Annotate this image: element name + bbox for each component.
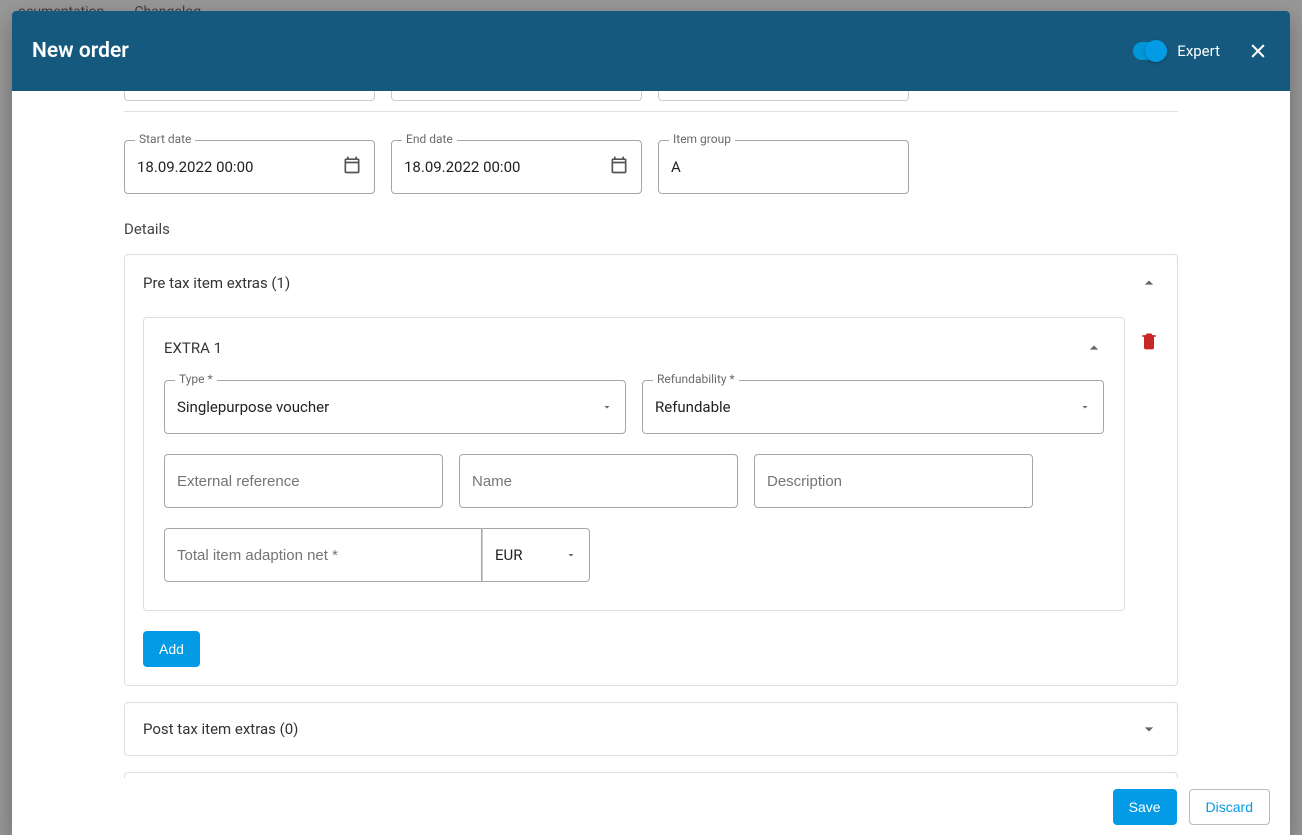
expert-toggle-label: Expert [1177,42,1220,60]
calendar-icon[interactable] [342,155,362,179]
new-order-modal: New order Expert Start date 18.09.2022 0… [12,11,1290,835]
pretax-panel: Pre tax item extras (1) EXTRA 1 [124,254,1178,686]
chevron-down-icon [1139,719,1159,739]
item-group-field[interactable]: Item group A [658,140,909,194]
external-reference-input[interactable] [164,454,443,508]
total-net-field[interactable] [177,547,469,564]
refundability-label: Refundability * [653,372,739,386]
modal-footer: Save Discard [12,779,1290,835]
posttax-title: Post tax item extras (0) [143,720,298,738]
refundability-select[interactable]: Refundability * Refundable [642,380,1104,434]
modal-title: New order [32,39,1133,63]
extra-card: EXTRA 1 Type * Singlepurpose voucher [143,317,1125,611]
dropdown-icon [565,546,577,565]
external-reference-field[interactable] [177,473,430,490]
currency-select[interactable]: EUR [482,528,590,582]
save-button[interactable]: Save [1113,789,1177,825]
description-field[interactable] [767,473,1020,490]
modal-header: New order Expert [12,11,1290,91]
trash-icon [1139,331,1159,351]
expert-toggle[interactable] [1133,42,1167,60]
name-field[interactable] [472,473,725,490]
modal-body[interactable]: Start date 18.09.2022 00:00 End date 18.… [12,91,1290,779]
delete-extra-button[interactable] [1139,317,1159,355]
type-value: Singlepurpose voucher [177,398,601,416]
pretax-panel-header[interactable]: Pre tax item extras (1) [143,273,1159,293]
calendar-icon[interactable] [609,155,629,179]
extra-card-header[interactable]: EXTRA 1 [164,338,1104,358]
dropdown-icon [1079,398,1091,417]
start-date-label: Start date [135,132,195,146]
chevron-up-icon [1084,338,1104,358]
posttax-panel[interactable]: Post tax item extras (0) [124,702,1178,756]
details-section-label: Details [124,220,1178,238]
expert-toggle-wrap: Expert [1133,42,1220,60]
currency-value: EUR [495,546,565,564]
end-date-value: 18.09.2022 00:00 [404,158,609,176]
previous-row-edge [124,91,1178,112]
close-icon [1248,41,1268,61]
name-input[interactable] [459,454,738,508]
close-button[interactable] [1246,39,1270,63]
pretax-title: Pre tax item extras (1) [143,274,290,292]
extra-row: EXTRA 1 Type * Singlepurpose voucher [143,317,1159,611]
discard-button[interactable]: Discard [1189,789,1270,825]
type-label: Type * [175,372,217,386]
dropdown-icon [601,398,613,417]
total-net-wrap: EUR [164,528,590,582]
description-input[interactable] [754,454,1033,508]
total-net-input[interactable] [164,528,482,582]
chevron-up-icon [1139,273,1159,293]
date-row: Start date 18.09.2022 00:00 End date 18.… [124,140,1178,194]
type-select[interactable]: Type * Singlepurpose voucher [164,380,626,434]
start-date-value: 18.09.2022 00:00 [137,158,342,176]
extra-title: EXTRA 1 [164,339,222,357]
next-panel-edge [124,772,1178,778]
add-extra-button[interactable]: Add [143,631,200,667]
refundability-value: Refundable [655,398,1079,416]
start-date-field[interactable]: Start date 18.09.2022 00:00 [124,140,375,194]
item-group-label: Item group [669,132,735,146]
item-group-value: A [671,158,896,176]
end-date-field[interactable]: End date 18.09.2022 00:00 [391,140,642,194]
end-date-label: End date [402,132,457,146]
